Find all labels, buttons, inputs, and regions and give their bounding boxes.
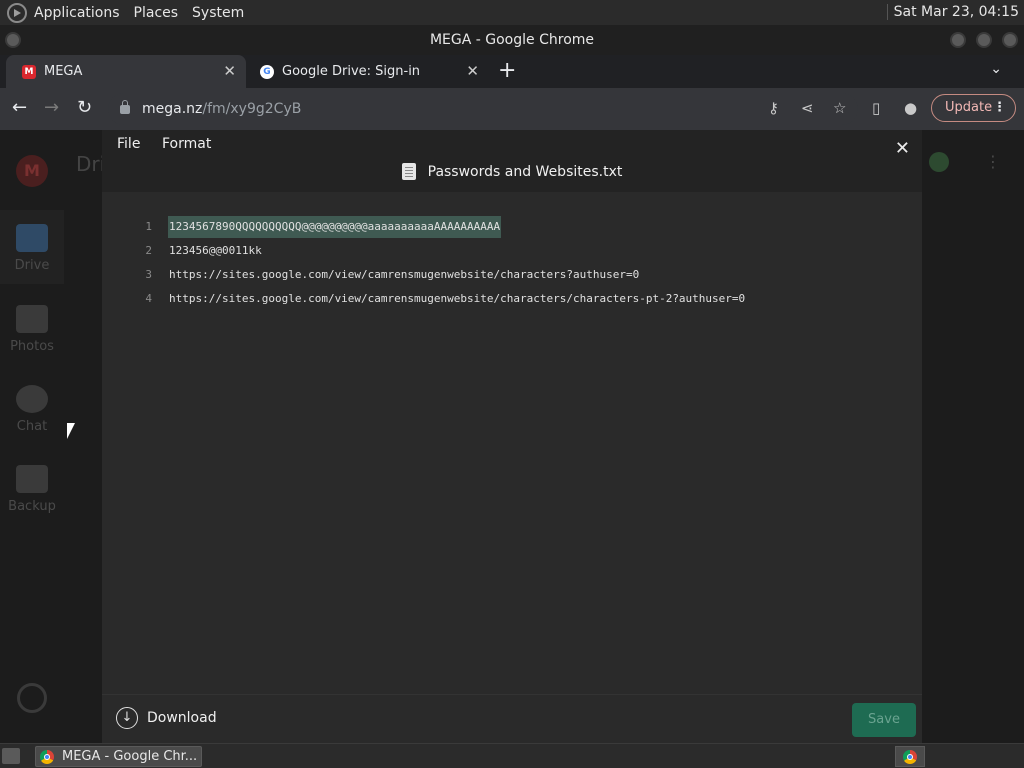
line-number: 4 [145,292,152,305]
text-editor-area[interactable]: 1 1234567890QQQQQQQQQQ@@@@@@@@@@aaaaaaaa… [102,192,922,694]
sidebar-item-label: Backup [8,499,56,514]
update-button[interactable]: Update ⋮ [931,94,1016,122]
sidebar-item-photos[interactable]: Photos [0,305,64,354]
sidebar-item-label: Chat [16,419,48,434]
tray-chrome-button[interactable] [895,746,925,767]
line-number: 2 [145,244,152,257]
side-panel-icon[interactable]: ▯ [872,99,880,117]
editor-footer: ↓ Download Save [102,694,922,743]
taskbar: MEGA - Google Chr... [0,743,1024,768]
file-name: Passwords and Websites.txt [427,163,623,180]
back-arrow-icon[interactable]: ← [12,97,27,118]
menu-system[interactable]: System [192,5,244,21]
top-panel: Applications Places System Sat Mar 23, 0… [0,0,1024,25]
window-title: MEGA - Google Chrome [429,32,595,48]
text-file-icon [401,163,416,180]
folder-icon [16,224,48,252]
sidebar-item-label: Photos [10,339,54,354]
sidebar-item-drive[interactable]: Drive [0,210,64,284]
bookmark-star-icon[interactable]: ☆ [833,99,846,117]
close-editor-icon[interactable]: ✕ [895,138,910,159]
line-text[interactable]: https://sites.google.com/view/camrensmug… [169,288,745,310]
user-avatar[interactable] [929,152,949,172]
reload-icon[interactable]: ↻ [77,97,92,118]
mouse-cursor-icon [67,423,75,439]
maximize-icon[interactable] [976,32,992,48]
sidebar-item-label: Drive [14,258,50,273]
applications-logo-icon[interactable] [7,2,27,23]
line-text[interactable]: 123456@@0011kk [169,240,262,262]
browser-toolbar: ← → ↻ mega.nz/fm/xy9g2CyB ⚷ ⋖ ☆ ▯ ● Upda… [0,88,1024,130]
line-text[interactable]: 1234567890QQQQQQQQQQ@@@@@@@@@@aaaaaaaaaa… [168,216,502,238]
clock[interactable]: Sat Mar 23, 04:15 [886,4,1019,20]
menu-places[interactable]: Places [134,5,179,21]
download-icon: ↓ [116,707,138,729]
show-desktop-icon[interactable] [2,748,20,764]
update-label: Update [945,100,993,115]
backup-icon [16,465,48,493]
text-editor-dialog: File Format ✕ Passwords and Websites.txt… [102,130,922,743]
file-title: Passwords and Websites.txt [102,163,922,180]
new-tab-icon[interactable]: + [498,58,516,83]
menu-applications[interactable]: Applications [34,5,120,21]
page-header: Dri [76,152,106,176]
tab-google-drive[interactable]: G Google Drive: Sign-in ✕ [244,55,489,88]
chrome-icon [903,749,917,764]
share-icon[interactable]: ⋖ [801,99,814,117]
download-label: Download [147,710,217,726]
profile-icon[interactable]: ● [904,99,917,117]
key-icon[interactable]: ⚷ [768,99,779,117]
mega-logo-icon: M [16,155,48,187]
chrome-icon [40,749,54,764]
window-menu-icon[interactable] [5,32,21,48]
menu-file[interactable]: File [117,136,140,152]
minimize-icon[interactable] [950,32,966,48]
address-bar[interactable]: mega.nz/fm/xy9g2CyB [108,93,858,125]
photos-icon [16,305,48,333]
line-number: 1 [145,220,152,233]
sidebar-item-backup[interactable]: Backup [0,465,64,514]
tab-search-chevron-icon[interactable]: ⌄ [990,61,1002,77]
mega-favicon-icon: M [22,64,36,79]
taskbar-window-label: MEGA - Google Chr... [62,749,198,764]
download-button[interactable]: ↓ Download [116,707,217,729]
editor-line[interactable]: 2 123456@@0011kk [102,240,922,262]
close-tab-icon[interactable]: ✕ [223,62,236,80]
url-text[interactable]: mega.nz/fm/xy9g2CyB [142,101,301,117]
chrome-menu-icon[interactable]: ⋮ [993,95,1006,121]
tab-strip: M MEGA ✕ G Google Drive: Sign-in ✕ + ⌄ [0,55,1024,88]
lock-icon[interactable] [120,99,130,114]
taskbar-window-chrome[interactable]: MEGA - Google Chr... [35,746,202,767]
chat-icon [16,385,48,413]
editor-line[interactable]: 3 https://sites.google.com/view/camrensm… [102,264,922,286]
window-titlebar: MEGA - Google Chrome [0,25,1024,55]
editor-line[interactable]: 4 https://sites.google.com/view/camrensm… [102,288,922,310]
more-options-icon[interactable]: ⋮ [985,152,1001,171]
sidebar-item-chat[interactable]: Chat [0,385,64,434]
editor-header: File Format ✕ Passwords and Websites.txt [102,130,922,192]
close-tab-icon[interactable]: ✕ [466,62,479,80]
forward-arrow-icon[interactable]: → [44,97,59,118]
tab-mega[interactable]: M MEGA ✕ [6,55,246,88]
editor-line[interactable]: 1 1234567890QQQQQQQQQQ@@@@@@@@@@aaaaaaaa… [102,216,922,238]
google-favicon-icon: G [260,64,274,79]
line-number: 3 [145,268,152,281]
menu-format[interactable]: Format [162,136,211,152]
line-text[interactable]: https://sites.google.com/view/camrensmug… [169,264,639,286]
mega-sync-icon[interactable] [17,683,47,713]
tab-label: MEGA [44,64,83,79]
save-button[interactable]: Save [852,703,916,737]
close-window-icon[interactable] [1002,32,1018,48]
tab-label: Google Drive: Sign-in [282,64,421,79]
